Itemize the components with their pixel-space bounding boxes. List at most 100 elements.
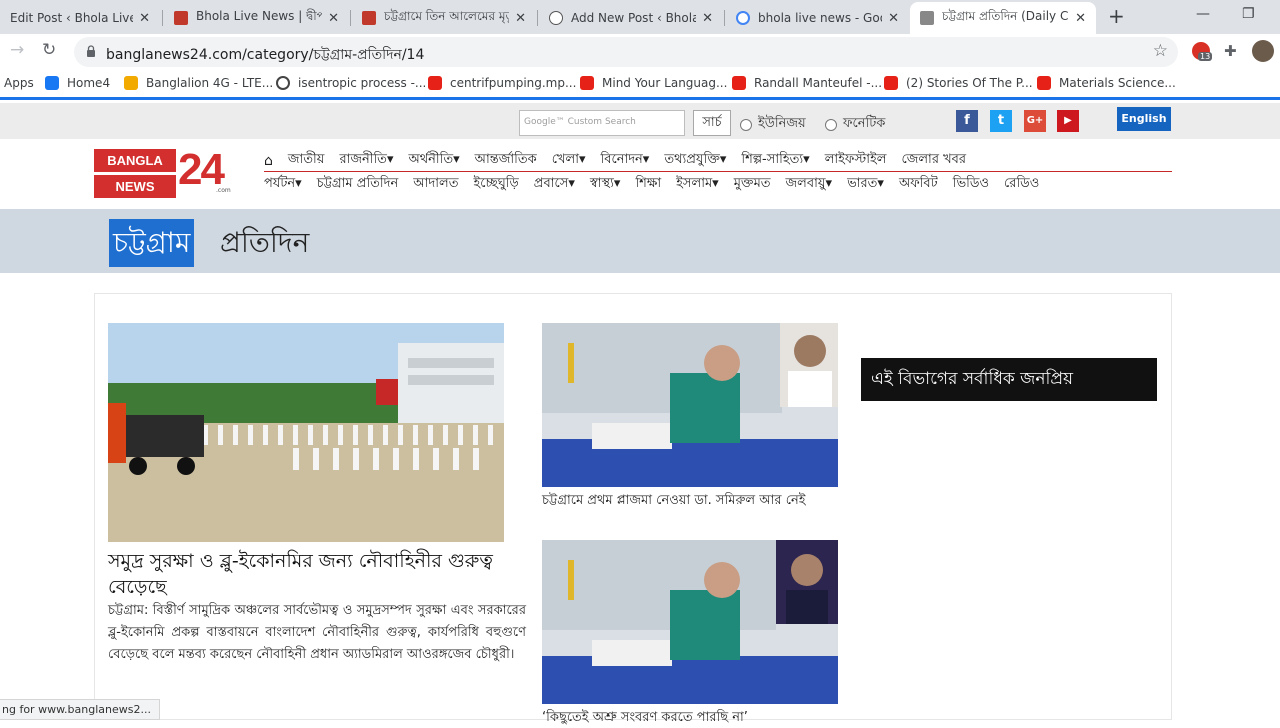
radio-label: ইউনিজয় (758, 116, 806, 131)
bookmark-isentropic[interactable]: isentropic process -... (276, 76, 426, 90)
new-tab-button[interactable]: + (1108, 4, 1125, 28)
nav-item[interactable]: রেডিও (1004, 174, 1039, 195)
site-favicon-icon (174, 11, 188, 25)
content-area: সমুদ্র সুরক্ষা ও ব্লু-ইকোনমির জন্য নৌবাহ… (94, 293, 1172, 725)
radio-unicode[interactable]: ইউনিজয় (740, 114, 806, 135)
search-button[interactable]: সার্চ (693, 110, 731, 136)
bookmark-mind-your-language[interactable]: Mind Your Languag... (580, 76, 727, 90)
radio-phonetic[interactable]: ফনেটিক (825, 114, 885, 135)
close-icon[interactable]: ✕ (515, 11, 526, 26)
radio-label: ফনেটিক (843, 116, 886, 131)
news-card-title[interactable]: চট্টগ্রামে প্রথম প্লাজমা নেওয়া ডা. সমির… (542, 490, 838, 511)
bookmark-materials-science[interactable]: Materials Science... (1037, 76, 1176, 90)
nav-item[interactable]: লাইফস্টাইল (825, 150, 887, 171)
nav-item[interactable]: জলবায়ু▾ (786, 174, 833, 195)
nav-item[interactable]: ইচ্ছেঘুড়ি (473, 174, 518, 195)
hospital-patient-image (542, 540, 838, 704)
news-card-title[interactable]: ‘কিছুতেই অশ্রু সংবরণ করতে পারছি না’ (542, 707, 838, 728)
nav-item[interactable]: চট্টগ্রাম প্রতিদিন (317, 174, 399, 195)
tab-title: চট্টগ্রাম প্রতিদিন (Daily Chattogram) (942, 9, 1069, 23)
extensions-puzzle-icon[interactable]: ✚ (1224, 42, 1237, 60)
address-bar[interactable]: banglanews24.com/category/চট্টগ্রাম-প্রত… (74, 37, 1178, 67)
category-title: প্রতিদিন (220, 226, 310, 259)
url-text: banglanews24.com/category/চট্টগ্রাম-প্রত… (106, 47, 425, 63)
reload-icon[interactable]: ↻ (42, 40, 56, 60)
home-icon[interactable]: ⌂ (264, 153, 273, 169)
twitter-icon[interactable]: t (990, 110, 1012, 132)
category-banner: চট্টগ্রাম প্রতিদিন (0, 209, 1280, 273)
facebook-icon[interactable]: f (956, 110, 978, 132)
site-logo[interactable]: BANGLA NEWS 24 .com (94, 145, 234, 199)
youtube-icon[interactable]: ▶ (1057, 110, 1079, 132)
close-icon[interactable]: ✕ (1075, 11, 1086, 26)
nav-item[interactable]: ইসলাম▾ (676, 174, 719, 195)
radio-circle-icon (740, 118, 752, 131)
globe-icon (276, 76, 290, 90)
nav-item[interactable]: প্রবাসে▾ (534, 174, 575, 195)
google-plus-icon[interactable]: G+ (1024, 110, 1046, 132)
bookmark-home4[interactable]: Home4 (45, 76, 110, 90)
tab-title: Edit Post ‹ Bhola Live News (10, 11, 134, 25)
nav-item[interactable]: খেলা▾ (552, 150, 586, 171)
news-card-image (542, 540, 838, 704)
google-icon (736, 11, 750, 25)
lock-icon (87, 45, 95, 57)
tab-google-search[interactable]: bhola live news - Google ✕ (726, 2, 909, 34)
close-icon[interactable]: ✕ (888, 11, 899, 26)
nav-item[interactable]: রাজনীতি▾ (339, 150, 393, 171)
nav-item[interactable]: জাতীয় (288, 150, 325, 171)
bookmark-label: Banglalion 4G - LTE... (146, 76, 274, 90)
main-nav-row-2: পর্যটন▾ চট্টগ্রাম প্রতিদিন আদালত ইচ্ছেঘু… (264, 173, 1172, 195)
restore-button[interactable]: ❐ (1242, 6, 1255, 22)
nav-item[interactable]: অর্থনীতি▾ (408, 150, 459, 171)
logo-line-news: NEWS (94, 175, 176, 198)
close-icon[interactable]: ✕ (328, 11, 339, 26)
bookmarks-bar: Apps Home4 Banglalion 4G - LTE... isentr… (0, 70, 1280, 100)
nav-item[interactable]: স্বাস্থ্য▾ (590, 174, 621, 195)
close-icon[interactable]: ✕ (139, 11, 150, 26)
bookmark-star-icon[interactable]: ☆ (1153, 41, 1168, 61)
tab-bhola-live-news[interactable]: Bhola Live News | দ্বীপজেলা ✕ (164, 2, 349, 34)
nav-item[interactable]: শিক্ষা (635, 174, 661, 195)
nav-item[interactable]: পর্যটন▾ (264, 174, 302, 195)
tab-add-new-post[interactable]: Add New Post ‹ Bhola Live ✕ (539, 2, 723, 34)
nav-item[interactable]: মুক্তমত (734, 174, 771, 195)
news-card[interactable]: চট্টগ্রামে প্রথম প্লাজমা নেওয়া ডা. সমির… (542, 323, 838, 511)
lead-news-title[interactable]: সমুদ্র সুরক্ষা ও ব্লু-ইকোনমির জন্য নৌবাহ… (108, 548, 518, 600)
lead-news-image[interactable] (108, 323, 504, 542)
tab-edit-post[interactable]: Edit Post ‹ Bhola Live News ✕ (0, 2, 160, 34)
nav-item[interactable]: ভিডিও (953, 174, 989, 195)
bookmark-randall-manteufel[interactable]: Randall Manteufel -... (732, 76, 882, 90)
nav-item[interactable]: ভারত▾ (847, 174, 884, 195)
bookmark-label: Home4 (67, 76, 111, 90)
nav-item[interactable]: জেলার খবর (901, 150, 966, 171)
news-card[interactable]: ‘কিছুতেই অশ্রু সংবরণ করতে পারছি না’ (542, 540, 838, 728)
tab-chattogram-news[interactable]: চট্টগ্রামে তিন আলেমের মৃত্যু ✕ (352, 2, 536, 34)
profile-avatar[interactable] (1252, 40, 1274, 62)
news-card-image (542, 323, 838, 487)
nav-item[interactable]: আদালত (413, 174, 458, 195)
english-button[interactable]: English (1117, 107, 1171, 131)
search-input[interactable]: Google™ Custom Search (519, 110, 685, 136)
nav-item[interactable]: তথ্যপ্রযুক্তি▾ (664, 150, 726, 171)
nav-item[interactable]: অফবিট (899, 174, 938, 195)
minimize-button[interactable]: — (1196, 6, 1210, 22)
nav-item[interactable]: শিল্প-সাহিত্য▾ (741, 150, 809, 171)
bookmark-centrifpumping[interactable]: centrifpumping.mp... (428, 76, 576, 90)
tab-title: Add New Post ‹ Bhola Live (571, 11, 697, 25)
tab-separator (162, 10, 163, 26)
close-icon[interactable]: ✕ (702, 11, 713, 26)
bookmark-apps[interactable]: Apps (4, 76, 34, 90)
web-page: Google™ Custom Search সার্চ ইউনিজয় ফনেট… (0, 103, 1280, 725)
bookmark-banglalion[interactable]: Banglalion 4G - LTE... (124, 76, 273, 90)
youtube-icon (884, 76, 898, 90)
back-arrow-icon[interactable]: → (10, 40, 24, 60)
tab-title: Bhola Live News | দ্বীপজেলা (196, 9, 323, 23)
nav-item[interactable]: বিনোদন▾ (601, 150, 650, 171)
bookmark-label: isentropic process -... (298, 76, 427, 90)
nav-item[interactable]: আন্তর্জাতিক (475, 150, 537, 171)
banglalion-icon (124, 76, 138, 90)
bookmark-stories[interactable]: (2) Stories Of The P... (884, 76, 1033, 90)
tab-chattogram-protidin[interactable]: চট্টগ্রাম প্রতিদিন (Daily Chattogram) ✕ (910, 2, 1096, 34)
lead-news-summary: চট্টগ্রাম: বিস্তীর্ণ সামুদ্রিক অঞ্চলের স… (108, 603, 526, 662)
